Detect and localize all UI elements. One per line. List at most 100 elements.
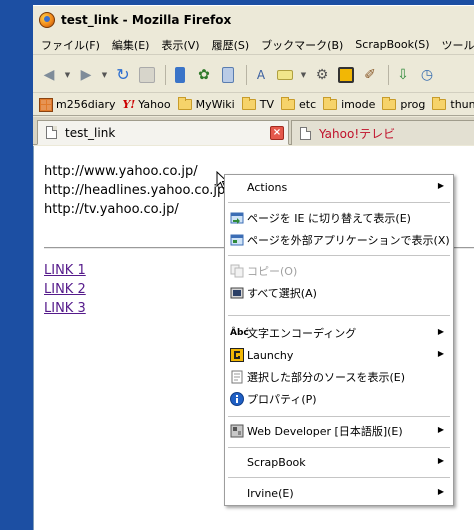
- menu-item-actions[interactable]: Actions ▶: [225, 177, 453, 197]
- bookmark-folder-tv[interactable]: TV: [241, 97, 274, 111]
- bookmark-folder-prog[interactable]: prog: [382, 97, 426, 111]
- bookmark-folder-thun[interactable]: thun: [432, 97, 474, 111]
- toolbar-separator: [246, 64, 247, 85]
- menu-tools[interactable]: ツール: [436, 37, 474, 53]
- folder-icon: [323, 97, 338, 110]
- link-2[interactable]: LINK 2: [44, 280, 86, 299]
- menu-separator: [228, 477, 450, 478]
- menu-item-label: Actions: [247, 180, 288, 194]
- bookmark-label: etc: [298, 98, 317, 111]
- menu-item-copy: コピー(O): [225, 261, 453, 281]
- bookmark-folder-imode[interactable]: imode: [323, 97, 376, 111]
- forward-icon[interactable]: ▶: [76, 65, 96, 85]
- menu-item-label: Web Developer [日本語版](E): [247, 425, 403, 438]
- highlight-dropdown-icon[interactable]: ▼: [299, 65, 308, 85]
- reload-icon[interactable]: ↻: [113, 65, 133, 85]
- submenu-arrow-icon: ▶: [437, 349, 444, 358]
- link-1[interactable]: LINK 1: [44, 261, 86, 280]
- menu-separator: [228, 447, 450, 448]
- forward-dropdown-icon[interactable]: ▼: [100, 65, 109, 85]
- menu-item-irvine[interactable]: Irvine(E) ▶: [225, 483, 453, 503]
- menu-item-label: 文字エンコーディング: [247, 327, 357, 340]
- menu-item-label: ScrapBook: [247, 455, 306, 469]
- menu-item-web-developer[interactable]: Web Developer [日本語版](E) ▶: [225, 421, 453, 441]
- folder-icon: [280, 97, 295, 110]
- menu-item-view-source[interactable]: 選択した部分のソースを表示(E): [225, 367, 453, 387]
- folder-icon: [432, 97, 447, 110]
- menu-history[interactable]: 履歴(S): [206, 37, 256, 53]
- menu-item-label: プロパティ(P): [247, 393, 317, 406]
- page-icon: [300, 126, 311, 140]
- url-text: http://headlines.yahoo.co.jp/: [44, 183, 230, 198]
- bookmark-folder-etc[interactable]: etc: [280, 97, 317, 111]
- close-tab-icon[interactable]: ×: [270, 126, 284, 140]
- text-format-icon[interactable]: A: [251, 65, 271, 85]
- tab-bar: test_link × Yahoo!テレビ: [33, 117, 474, 145]
- submenu-arrow-icon: ▶: [437, 456, 444, 465]
- bookmark-label: Yahoo: [138, 98, 171, 111]
- leaf-icon[interactable]: ✿: [194, 65, 214, 85]
- sidebar-icon[interactable]: [218, 65, 238, 85]
- stop-icon[interactable]: [137, 65, 157, 85]
- menu-separator: [228, 255, 450, 256]
- folder-icon: [382, 97, 397, 110]
- select-all-icon: [230, 287, 244, 299]
- menu-item-encoding[interactable]: Âbć 文字エンコーディング ▶: [225, 323, 453, 343]
- menu-item-label: ページを外部アプリケーションで表示(X): [247, 234, 450, 247]
- submenu-arrow-icon: ▶: [437, 181, 444, 190]
- bookmark-icon[interactable]: [170, 65, 190, 85]
- menu-edit[interactable]: 編集(E): [106, 37, 156, 53]
- bookmark-m256diary[interactable]: m256diary: [39, 97, 116, 112]
- back-icon[interactable]: ◀: [39, 65, 59, 85]
- menu-item-label: ページを IE に切り替えて表示(E): [247, 212, 411, 225]
- menu-item-properties[interactable]: プロパティ(P): [225, 389, 453, 409]
- info-icon: [230, 392, 244, 406]
- navigation-toolbar: ◀ ▼ ▶ ▼ ↻ ✿ A ▼ ⚙ ✐ ⇩ ◷: [33, 57, 474, 93]
- bookmark-label: TV: [259, 98, 274, 111]
- view-source-icon: [231, 370, 243, 384]
- bookmark-label: imode: [341, 98, 376, 111]
- download-icon[interactable]: ⇩: [393, 65, 413, 85]
- back-dropdown-icon[interactable]: ▼: [63, 65, 72, 85]
- bookmark-label: thun: [450, 98, 474, 111]
- encoding-icon: Âbć: [230, 328, 249, 338]
- title-bar: test_link - Mozilla Firefox: [33, 5, 474, 33]
- bookmark-label: prog: [400, 98, 426, 111]
- menu-bookmarks[interactable]: ブックマーク(B): [255, 37, 349, 53]
- menu-item-open-in-ie[interactable]: ページを IE に切り替えて表示(E): [225, 208, 453, 228]
- menu-view[interactable]: 表示(V): [155, 37, 205, 53]
- diary-icon: [39, 97, 53, 112]
- launchy-icon[interactable]: [336, 65, 356, 85]
- bookmark-label: MyWiki: [195, 98, 235, 111]
- ie-tab-icon: [230, 212, 244, 224]
- link-3[interactable]: LINK 3: [44, 299, 86, 318]
- menu-file[interactable]: ファイル(F): [33, 37, 106, 53]
- url-list: http://www.yahoo.co.jp/ http://headlines…: [44, 162, 230, 219]
- menu-item-select-all[interactable]: すべて選択(A): [225, 283, 453, 303]
- brush-icon[interactable]: ✐: [360, 65, 380, 85]
- menu-separator: [228, 416, 450, 417]
- menu-item-label: Launchy: [247, 348, 294, 362]
- firefox-logo-icon: [39, 11, 55, 28]
- bookmark-yahoo[interactable]: Y! Yahoo: [123, 98, 171, 111]
- clock-icon[interactable]: ◷: [417, 65, 437, 85]
- bookmark-label: m256diary: [56, 98, 116, 111]
- menu-item-launchy[interactable]: Launchy ▶: [225, 345, 453, 365]
- tab-test-link[interactable]: test_link ×: [37, 120, 289, 145]
- highlight-icon[interactable]: [275, 65, 295, 85]
- gear-icon[interactable]: ⚙: [312, 65, 332, 85]
- menu-item-label: 選択した部分のソースを表示(E): [247, 371, 405, 384]
- launchy-icon: [230, 348, 244, 362]
- window-title: test_link - Mozilla Firefox: [61, 12, 232, 27]
- submenu-arrow-icon: ▶: [437, 327, 444, 336]
- menu-separator: [228, 315, 450, 316]
- menu-item-open-external[interactable]: ページを外部アプリケーションで表示(X): [225, 230, 453, 250]
- menu-item-label: Irvine(E): [247, 486, 294, 500]
- menu-item-scrapbook[interactable]: ScrapBook ▶: [225, 452, 453, 472]
- menu-scrapbook[interactable]: ScrapBook(S): [349, 38, 435, 51]
- tab-label: test_link: [65, 125, 116, 140]
- tab-yahoo-tv[interactable]: Yahoo!テレビ: [291, 120, 474, 145]
- bookmarks-toolbar: m256diary Y! Yahoo MyWiki TV etc imode p…: [33, 94, 474, 116]
- bookmark-folder-mywiki[interactable]: MyWiki: [177, 97, 235, 111]
- context-menu: Actions ▶ ページを IE に切り替えて表示(E) ページを外部アプリケ…: [224, 174, 454, 506]
